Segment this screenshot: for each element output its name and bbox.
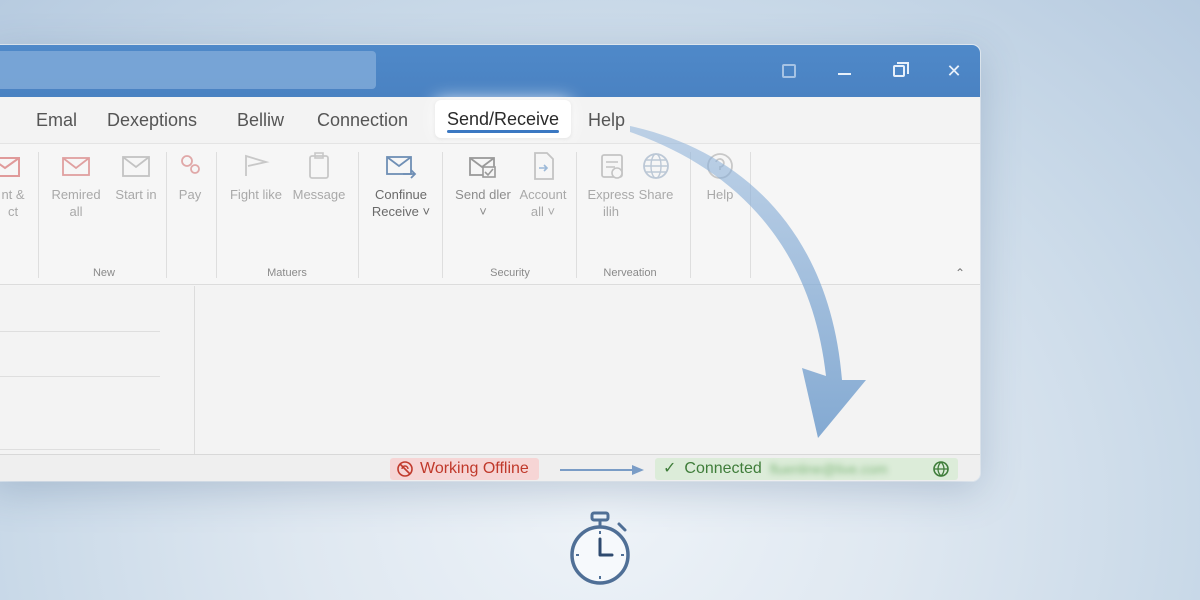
curved-arrow [630,126,866,438]
stopwatch-icon [570,511,630,585]
